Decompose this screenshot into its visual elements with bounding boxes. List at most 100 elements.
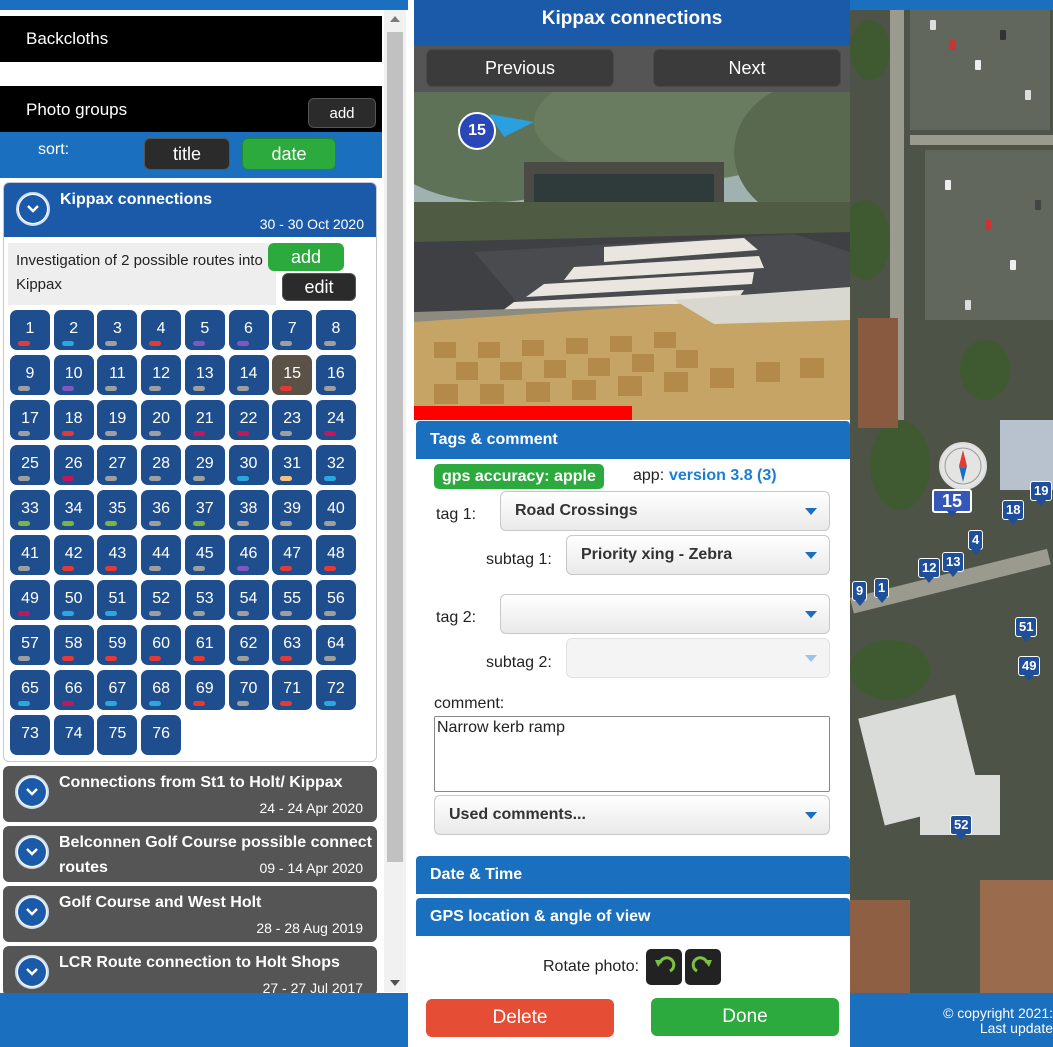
photo-tile[interactable]: 18 (53, 400, 94, 440)
scroll-up-icon[interactable] (390, 16, 400, 22)
photo-tile[interactable]: 65 (10, 670, 50, 710)
expand-chevron-icon[interactable] (15, 835, 49, 869)
expand-chevron-icon[interactable] (15, 775, 49, 809)
photo-tile[interactable]: 47 (272, 535, 313, 575)
sort-date-button[interactable]: date (242, 138, 336, 170)
photo-tile[interactable]: 40 (315, 490, 356, 530)
photo-tile[interactable]: 10 (53, 355, 94, 395)
add-photo-button[interactable]: add (268, 243, 344, 271)
collapse-chevron-icon[interactable] (16, 192, 50, 226)
photo-tile[interactable]: 72 (315, 670, 356, 710)
photo-tile[interactable]: 16 (315, 355, 356, 395)
photo-tile[interactable]: 76 (141, 715, 182, 755)
tags-comment-section-header[interactable]: Tags & comment (416, 421, 850, 459)
photo-tile[interactable]: 5 (184, 310, 225, 350)
map-marker[interactable]: 9 (852, 581, 868, 606)
photo-tile[interactable]: 38 (228, 490, 269, 530)
used-comments-select[interactable]: Used comments... (434, 795, 830, 835)
photo-tile[interactable]: 36 (141, 490, 182, 530)
photo-group-item[interactable]: Connections from St1 to Holt/ Kippax 24 … (3, 766, 377, 822)
photo-tile[interactable]: 49 (10, 580, 50, 620)
map-marker[interactable]: 49 (1018, 656, 1041, 681)
map-view[interactable]: 15 18 12 13 4 9 1 51 49 52 19 (850, 0, 1053, 1047)
photo-tile[interactable]: 39 (272, 490, 313, 530)
map-marker[interactable]: 13 (942, 552, 965, 577)
delete-button[interactable]: Delete (426, 999, 614, 1037)
photo-tile[interactable]: 8 (315, 310, 356, 350)
photo-tile[interactable]: 32 (315, 445, 356, 485)
photo-tile[interactable]: 21 (184, 400, 225, 440)
photo-tile[interactable]: 42 (53, 535, 94, 575)
photo-tile[interactable]: 20 (141, 400, 182, 440)
backcloths-header[interactable]: Backcloths (0, 16, 382, 62)
photo-tile[interactable]: 31 (272, 445, 313, 485)
map-marker[interactable]: 18 (1002, 500, 1025, 525)
photo-tile[interactable]: 1 (10, 310, 50, 350)
photo-tile[interactable]: 24 (315, 400, 356, 440)
photo-tile[interactable]: 37 (184, 490, 225, 530)
photo-tile[interactable]: 30 (228, 445, 269, 485)
photo-tile[interactable]: 41 (10, 535, 50, 575)
photo-tile[interactable]: 17 (10, 400, 50, 440)
photo-tile[interactable]: 67 (97, 670, 138, 710)
photo-tile[interactable]: 56 (315, 580, 356, 620)
photo-tile[interactable]: 54 (228, 580, 269, 620)
tag1-select[interactable]: Road Crossings (500, 491, 830, 531)
photo-tile[interactable]: 3 (97, 310, 138, 350)
edit-group-button[interactable]: edit (282, 273, 356, 301)
map-marker[interactable]: 52 (950, 815, 973, 840)
map-marker[interactable]: 19 (1030, 481, 1053, 506)
map-marker[interactable]: 12 (918, 558, 941, 583)
photo-tile[interactable]: 52 (141, 580, 182, 620)
comment-textarea[interactable]: Narrow kerb ramp (434, 716, 830, 792)
photo-tile[interactable]: 34 (53, 490, 94, 530)
rotate-right-icon[interactable] (685, 949, 721, 985)
photo-tile[interactable]: 15 (272, 355, 313, 395)
photo-tile[interactable]: 69 (184, 670, 225, 710)
subtag1-select[interactable]: Priority xing - Zebra (566, 535, 830, 575)
map-marker-selected[interactable]: 15 (932, 489, 973, 517)
photo-tile[interactable]: 4 (141, 310, 182, 350)
subtag2-select[interactable] (566, 638, 830, 678)
tag2-select[interactable] (500, 594, 830, 634)
photo-tile[interactable]: 7 (272, 310, 313, 350)
photo-tile[interactable]: 19 (97, 400, 138, 440)
photo-tile[interactable]: 28 (141, 445, 182, 485)
photo-tile[interactable]: 44 (141, 535, 182, 575)
previous-button[interactable]: Previous (426, 49, 614, 87)
photo-tile[interactable]: 14 (228, 355, 269, 395)
add-group-button[interactable]: add (308, 98, 376, 128)
expand-chevron-icon[interactable] (15, 955, 49, 989)
photo-tile[interactable]: 63 (272, 625, 313, 665)
photo-tile[interactable]: 73 (10, 715, 50, 755)
photo-tile[interactable]: 50 (53, 580, 94, 620)
photo-group-item[interactable]: Belconnen Golf Course possible connect r… (3, 826, 377, 882)
photo-tile[interactable]: 2 (53, 310, 94, 350)
photo-tile[interactable]: 68 (141, 670, 182, 710)
photo-tile[interactable]: 70 (228, 670, 269, 710)
photo-tile[interactable]: 64 (315, 625, 356, 665)
photo-tile[interactable]: 71 (272, 670, 313, 710)
photo-tile[interactable]: 9 (10, 355, 50, 395)
photo-tile[interactable]: 45 (184, 535, 225, 575)
gps-location-section-header[interactable]: GPS location & angle of view (416, 898, 850, 936)
map-marker[interactable]: 51 (1015, 617, 1038, 642)
photo-tile[interactable]: 29 (184, 445, 225, 485)
photo-tile[interactable]: 60 (141, 625, 182, 665)
photo-tile[interactable]: 11 (97, 355, 138, 395)
scroll-down-icon[interactable] (390, 980, 400, 986)
photo-tile[interactable]: 62 (228, 625, 269, 665)
photo-tile[interactable]: 43 (97, 535, 138, 575)
sort-title-button[interactable]: title (144, 138, 230, 170)
photo-tile[interactable]: 75 (97, 715, 138, 755)
photo-tile[interactable]: 35 (97, 490, 138, 530)
map-marker[interactable]: 1 (874, 578, 890, 603)
photo-tile[interactable]: 58 (53, 625, 94, 665)
date-time-section-header[interactable]: Date & Time (416, 856, 850, 894)
expand-chevron-icon[interactable] (15, 895, 49, 929)
photo-tile[interactable]: 61 (184, 625, 225, 665)
next-button[interactable]: Next (653, 49, 841, 87)
photo-tile[interactable]: 6 (228, 310, 269, 350)
scrollbar[interactable] (384, 10, 406, 992)
photo-tile[interactable]: 12 (141, 355, 182, 395)
